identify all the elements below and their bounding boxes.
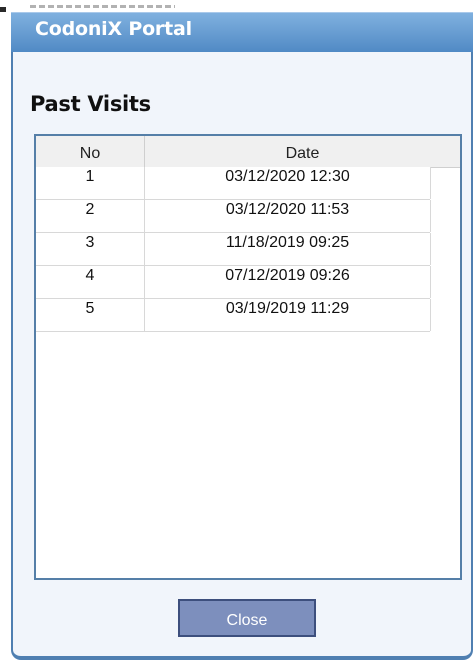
visit-number: 3 xyxy=(36,233,145,265)
table-row[interactable]: 5 03/19/2019 11:29 xyxy=(36,299,431,332)
close-button[interactable]: Close xyxy=(178,599,316,637)
visit-number: 4 xyxy=(36,266,145,298)
table-row[interactable]: 3 11/18/2019 09:25 xyxy=(36,233,431,266)
visit-number: 2 xyxy=(36,200,145,232)
visit-date: 11/18/2019 09:25 xyxy=(145,233,431,265)
visit-date: 07/12/2019 09:26 xyxy=(145,266,431,298)
visits-table: No Date 1 03/12/2020 12:30 2 03/12/2020 … xyxy=(34,134,462,580)
title-bar[interactable]: CodoniX Portal xyxy=(11,12,473,53)
table-body: 1 03/12/2020 12:30 2 03/12/2020 11:53 3 … xyxy=(36,167,431,332)
column-header-date[interactable]: Date xyxy=(145,136,460,167)
visit-number: 1 xyxy=(36,167,145,199)
table-row[interactable]: 4 07/12/2019 09:26 xyxy=(36,266,431,299)
background-dot xyxy=(0,7,6,12)
past-visits-dialog: CodoniX Portal Past Visits No Date 1 03/… xyxy=(0,0,473,660)
table-header: No Date xyxy=(36,136,460,168)
background-text-fragment xyxy=(30,5,175,8)
background-window-fragment xyxy=(0,0,180,12)
window-title: CodoniX Portal xyxy=(35,18,192,40)
table-row[interactable]: 1 03/12/2020 12:30 xyxy=(36,167,431,200)
visit-date: 03/12/2020 11:53 xyxy=(145,200,431,232)
visit-date: 03/19/2019 11:29 xyxy=(145,299,431,331)
column-header-no[interactable]: No xyxy=(36,136,145,167)
visit-number: 5 xyxy=(36,299,145,331)
page-title: Past Visits xyxy=(30,92,151,116)
visit-date: 03/12/2020 12:30 xyxy=(145,167,431,199)
table-row[interactable]: 2 03/12/2020 11:53 xyxy=(36,200,431,233)
